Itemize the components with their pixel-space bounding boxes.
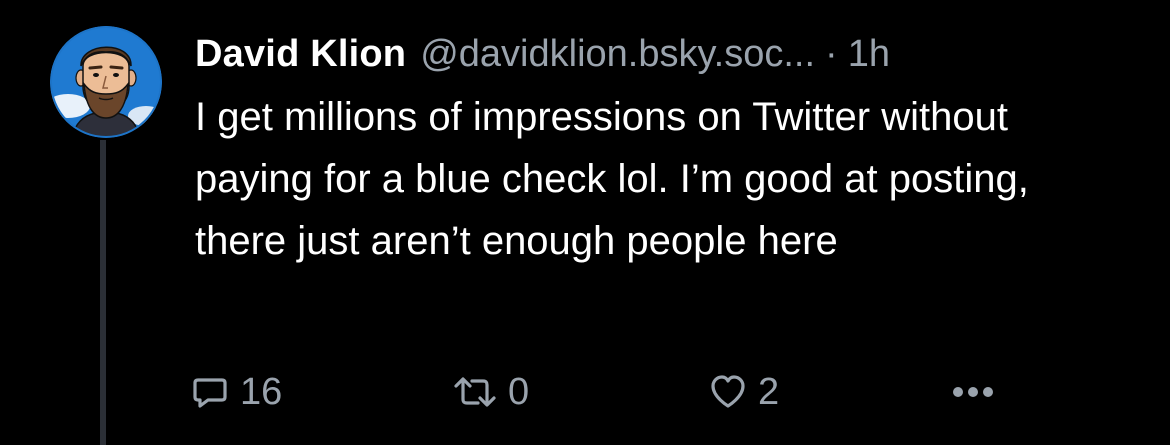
post-header: David Klion @davidklion.bsky.soc... · 1h [195, 24, 1145, 84]
avatar-illustration [50, 26, 162, 138]
repost-button[interactable]: 0 [452, 362, 529, 422]
post-content[interactable]: David Klion @davidklion.bsky.soc... · 1h… [195, 24, 1145, 272]
speech-bubble-icon [193, 378, 227, 408]
like-button[interactable]: 2 [708, 362, 779, 422]
reply-count: 16 [240, 370, 283, 413]
repost-count: 0 [508, 370, 530, 413]
separator-dot: · [825, 33, 838, 75]
post-actions: 16 0 2 [190, 362, 1020, 422]
heart-icon [711, 375, 745, 408]
like-count: 2 [758, 370, 780, 413]
ellipsis-icon [953, 387, 993, 397]
repost-arrows-icon [454, 377, 496, 407]
reply-button[interactable]: 16 [190, 362, 282, 422]
post-text: I get millions of impressions on Twitter… [195, 95, 1029, 263]
author-handle[interactable]: @davidklion.bsky.soc... [420, 24, 815, 84]
author-name[interactable]: David Klion [195, 24, 406, 84]
avatar[interactable] [50, 26, 162, 138]
more-options-button[interactable] [950, 362, 996, 422]
thread-line [100, 140, 106, 445]
post-timestamp[interactable]: 1h [848, 24, 890, 84]
